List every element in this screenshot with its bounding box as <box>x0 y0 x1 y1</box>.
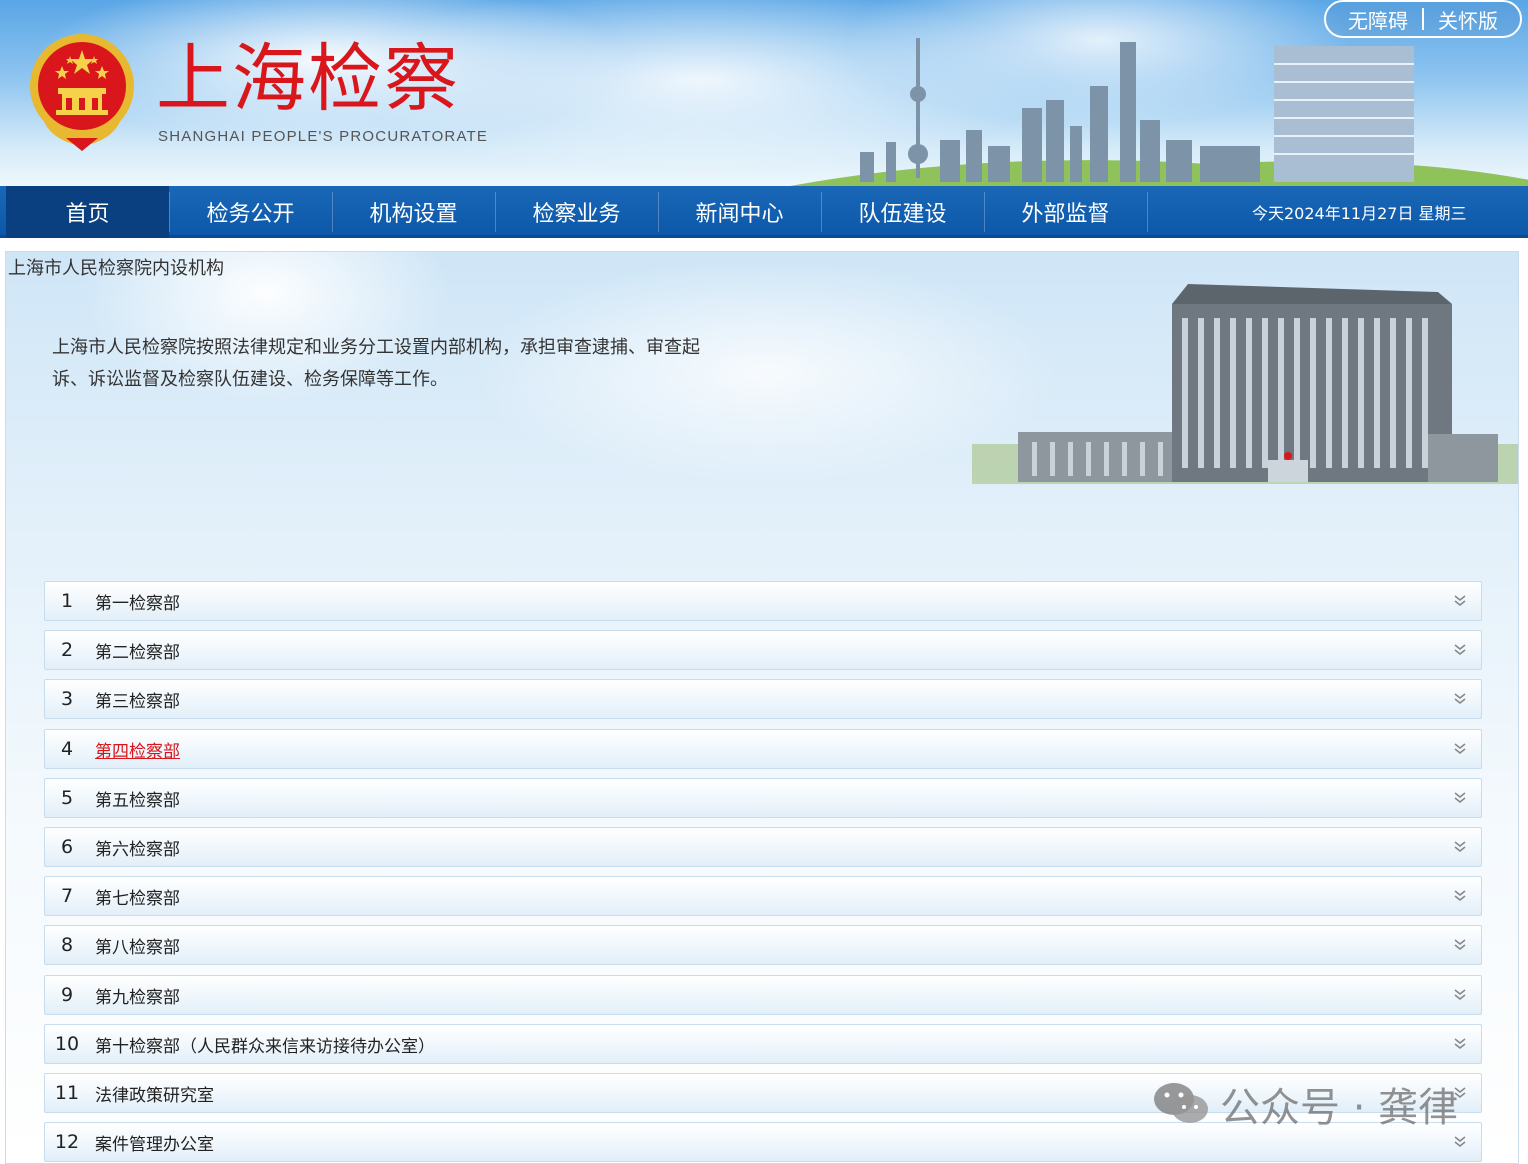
department-name-link[interactable]: 第一检察部 <box>95 582 180 620</box>
procuratorate-building-image <box>972 284 1518 484</box>
chevron-double-down-icon[interactable] <box>1453 840 1467 854</box>
department-number: 8 <box>60 934 74 956</box>
department-row[interactable]: 9 第九检察部 <box>44 975 1482 1015</box>
nav-item-procuratorial-business[interactable]: 检察业务 <box>495 186 658 238</box>
department-number: 5 <box>60 787 74 809</box>
accessibility-toolbar: 无障碍 关怀版 <box>1324 0 1522 38</box>
nav-item-organization[interactable]: 机构设置 <box>332 186 495 238</box>
department-row[interactable]: 1 第一检察部 <box>44 581 1482 621</box>
watermark-text: 公众号 · 龚律 <box>1220 1085 1459 1131</box>
nav-item-affairs-disclosure[interactable]: 检务公开 <box>169 186 332 238</box>
department-name-link[interactable]: 案件管理办公室 <box>95 1123 214 1161</box>
chevron-double-down-icon[interactable] <box>1453 594 1467 608</box>
department-name-link[interactable]: 第四检察部 <box>95 730 180 768</box>
intro-text: 上海市人民检察院按照法律规定和业务分工设置内部机构，承担审查逮捕、审查起诉、诉讼… <box>52 337 700 390</box>
chevron-double-down-icon[interactable] <box>1453 742 1467 756</box>
department-row[interactable]: 2 第二检察部 <box>44 630 1482 670</box>
department-row[interactable]: 3 第三检察部 <box>44 679 1482 719</box>
department-number: 10 <box>54 1033 80 1055</box>
toolbar-separator <box>1422 8 1424 30</box>
nav-item-external-supervision[interactable]: 外部监督 <box>984 186 1147 238</box>
chevron-double-down-icon[interactable] <box>1453 692 1467 706</box>
department-name-link[interactable]: 第六检察部 <box>95 828 180 866</box>
accessibility-link[interactable]: 无障碍 <box>1348 5 1408 34</box>
chevron-double-down-icon[interactable] <box>1453 791 1467 805</box>
department-number: 9 <box>60 984 74 1006</box>
current-date: 今天2024年11月27日 星期三 <box>1252 204 1467 223</box>
chevron-double-down-icon[interactable] <box>1453 1037 1467 1051</box>
nav-item-team-building[interactable]: 队伍建设 <box>821 186 984 238</box>
department-number: 11 <box>54 1082 80 1104</box>
nav-divider <box>1147 192 1148 232</box>
chevron-double-down-icon[interactable] <box>1453 889 1467 903</box>
department-number: 2 <box>60 639 74 661</box>
department-number: 12 <box>54 1131 80 1153</box>
department-row[interactable]: 10 第十检察部（人民群众来信来访接待办公室） <box>44 1024 1482 1064</box>
department-name-link[interactable]: 第五检察部 <box>95 779 180 817</box>
chevron-double-down-icon[interactable] <box>1453 1135 1467 1149</box>
department-name-link[interactable]: 第二检察部 <box>95 631 180 669</box>
department-number: 3 <box>60 688 74 710</box>
department-name-link[interactable]: 第十检察部（人民群众来信来访接待办公室） <box>95 1025 435 1063</box>
department-name-link[interactable]: 第七检察部 <box>95 877 180 915</box>
department-number: 7 <box>60 885 74 907</box>
department-name-link[interactable]: 第三检察部 <box>95 680 180 718</box>
wechat-icon <box>1154 1083 1208 1123</box>
department-row[interactable]: 6 第六检察部 <box>44 827 1482 867</box>
nav-item-home[interactable]: 首页 <box>6 186 169 238</box>
site-header: 上海检察 SHANGHAI PEOPLE'S PROCURATORATE 无障碍… <box>0 0 1528 186</box>
city-skyline-image <box>790 38 1528 186</box>
department-name-link[interactable]: 第八检察部 <box>95 926 180 964</box>
department-row[interactable]: 5 第五检察部 <box>44 778 1482 818</box>
department-row[interactable]: 4 第四检察部 <box>44 729 1482 769</box>
chevron-double-down-icon[interactable] <box>1453 643 1467 657</box>
national-emblem-icon[interactable] <box>26 30 138 152</box>
chevron-double-down-icon[interactable] <box>1453 938 1467 952</box>
site-logo-subtitle: SHANGHAI PEOPLE'S PROCURATORATE <box>158 128 489 145</box>
department-number: 6 <box>60 836 74 858</box>
department-row[interactable]: 8 第八检察部 <box>44 925 1482 965</box>
watermark: 公众号 · 龚律 <box>1152 1078 1459 1131</box>
nav-item-news-center[interactable]: 新闻中心 <box>658 186 821 238</box>
care-mode-link[interactable]: 关怀版 <box>1438 5 1498 34</box>
main-nav: 首页 检务公开 机构设置 检察业务 新闻中心 队伍建设 外部监督 今天2024年… <box>0 186 1528 238</box>
chevron-double-down-icon[interactable] <box>1453 988 1467 1002</box>
department-number: 1 <box>60 590 74 612</box>
department-number: 4 <box>60 738 74 760</box>
page-title: 上海市人民检察院内设机构 <box>8 258 224 279</box>
department-row[interactable]: 7 第七检察部 <box>44 876 1482 916</box>
department-name-link[interactable]: 法律政策研究室 <box>95 1074 214 1112</box>
department-name-link[interactable]: 第九检察部 <box>95 976 180 1014</box>
site-logo-title[interactable]: 上海检察 <box>156 36 460 122</box>
